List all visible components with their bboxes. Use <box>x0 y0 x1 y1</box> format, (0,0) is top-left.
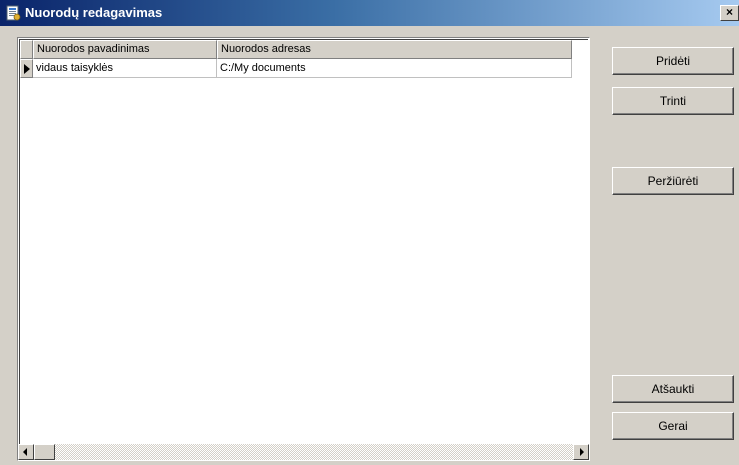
scroll-thumb[interactable] <box>34 444 55 460</box>
header-corner-cell <box>20 40 33 59</box>
row-indicator[interactable] <box>20 59 33 78</box>
cancel-button[interactable]: Atšaukti <box>612 375 734 403</box>
dialog-window: Nuorodų redagavimas × Nuorodos pavadinim… <box>0 0 739 465</box>
arrow-left-icon <box>23 448 27 456</box>
column-header-name[interactable]: Nuorodos pavadinimas <box>33 40 217 59</box>
cell-link-address[interactable]: C:/My documents <box>217 59 572 78</box>
scroll-right-button[interactable] <box>573 444 589 460</box>
grid-header: Nuorodos pavadinimas Nuorodos adresas <box>20 40 572 59</box>
links-grid[interactable]: Nuorodos pavadinimas Nuorodos adresas vi… <box>17 37 590 461</box>
delete-button[interactable]: Trinti <box>612 87 734 115</box>
title-bar[interactable]: Nuorodų redagavimas × <box>0 0 739 26</box>
window-title: Nuorodų redagavimas <box>25 5 163 20</box>
cell-link-name[interactable]: vidaus taisyklės <box>33 59 217 78</box>
horizontal-scrollbar[interactable] <box>18 444 589 460</box>
scroll-left-button[interactable] <box>18 444 34 460</box>
arrow-right-icon <box>580 448 584 456</box>
close-button[interactable]: × <box>720 5 739 21</box>
current-row-arrow-icon <box>24 64 30 74</box>
column-header-address[interactable]: Nuorodos adresas <box>217 40 572 59</box>
table-row[interactable]: vidaus taisyklės C:/My documents <box>20 59 572 78</box>
close-icon: × <box>725 5 733 19</box>
scroll-track[interactable] <box>34 444 573 460</box>
app-icon <box>5 5 21 21</box>
ok-button[interactable]: Gerai <box>612 412 734 440</box>
add-button[interactable]: Pridėti <box>612 47 734 75</box>
view-button[interactable]: Peržiūrėti <box>612 167 734 195</box>
